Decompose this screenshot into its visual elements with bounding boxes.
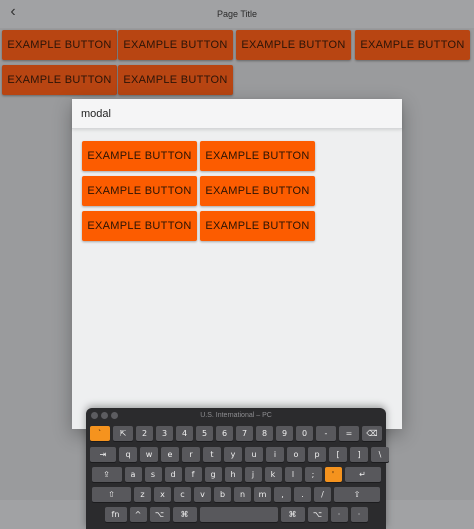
on-screen-keyboard: U.S. International – PC ` ⇱ 2 3 4 5 6 7 8 9 0- = ⌫ ⇥ q… <box>86 408 389 529</box>
keyboard-key[interactable]: . <box>294 487 311 502</box>
keyboard-key[interactable]: 8 <box>256 426 273 441</box>
keyboard-key[interactable]: k <box>264 467 282 482</box>
keyboard-key[interactable]: ' <box>324 467 342 482</box>
modal-example-button[interactable]: EXAMPLE BUTTON <box>82 141 197 171</box>
modal-example-button[interactable]: EXAMPLE BUTTON <box>200 141 315 171</box>
example-button[interactable]: EXAMPLE BUTTON <box>118 30 233 60</box>
keyboard-layout-title: U.S. International – PC <box>200 412 272 419</box>
example-button[interactable]: EXAMPLE BUTTON <box>2 30 117 60</box>
keyboard-key[interactable]: b <box>214 487 231 502</box>
keyboard-key[interactable]: , <box>274 487 291 502</box>
command-key[interactable]: ⌘ <box>280 507 305 522</box>
cursor-key[interactable]: ⇱ <box>113 426 133 441</box>
shift-key[interactable]: ⇧ <box>92 487 131 502</box>
example-button[interactable]: EXAMPLE BUTTON <box>118 65 233 95</box>
keyboard-key[interactable]: 7 <box>236 426 253 441</box>
keyboard-key[interactable]: e <box>161 447 179 462</box>
keyboard-key[interactable]: s <box>144 467 162 482</box>
keyboard-key[interactable]: i <box>266 447 284 462</box>
example-button[interactable]: EXAMPLE BUTTON <box>236 30 351 60</box>
page-title: Page Title <box>216 9 258 19</box>
modal-title: modal <box>72 99 402 129</box>
keyboard-key[interactable]: l <box>284 467 302 482</box>
keyboard-key[interactable]: m <box>254 487 271 502</box>
keyboard-key[interactable]: [ <box>329 447 347 462</box>
keyboard-key[interactable]: y <box>224 447 242 462</box>
keyboard-key[interactable]: 3 <box>156 426 173 441</box>
keyboard-key[interactable]: h <box>224 467 242 482</box>
shift-key[interactable]: ⇧ <box>334 487 380 502</box>
keyboard-key[interactable]: = <box>339 426 359 441</box>
keyboard-key[interactable]: · <box>350 507 368 522</box>
keyboard-key[interactable]: f <box>184 467 202 482</box>
keyboard-key[interactable]: z <box>134 487 151 502</box>
keyboard-key[interactable]: ] <box>350 447 368 462</box>
option-key[interactable]: ⌥ <box>307 507 328 522</box>
keyboard-key[interactable]: u <box>245 447 263 462</box>
backspace-key[interactable]: ⌫ <box>362 426 382 441</box>
fn-key[interactable]: fn <box>104 507 127 522</box>
keyboard-key[interactable]: d <box>164 467 182 482</box>
keyboard-key[interactable]: / <box>314 487 331 502</box>
option-key[interactable]: ⌥ <box>149 507 170 522</box>
keyboard-key[interactable]: x <box>154 487 171 502</box>
modal-example-button[interactable]: EXAMPLE BUTTON <box>82 211 197 241</box>
keyboard-key[interactable]: j <box>244 467 262 482</box>
modal-example-button[interactable]: EXAMPLE BUTTON <box>200 211 315 241</box>
modal-dialog: modal EXAMPLE BUTTON EXAMPLE BUTTON EXAM… <box>72 99 402 429</box>
keyboard-key[interactable]: 4 <box>176 426 193 441</box>
modal-example-button[interactable]: EXAMPLE BUTTON <box>82 176 197 206</box>
keyboard-key[interactable]: o <box>287 447 305 462</box>
keyboard-key[interactable]: w <box>140 447 158 462</box>
keyboard-key[interactable]: 2 <box>136 426 153 441</box>
keyboard-key[interactable]: v <box>194 487 211 502</box>
modal-example-button[interactable]: EXAMPLE BUTTON <box>200 176 315 206</box>
chevron-left-icon[interactable]: ‹ <box>6 2 20 22</box>
keyboard-key[interactable]: · <box>330 507 348 522</box>
keyboard-key[interactable]: t <box>203 447 221 462</box>
example-button[interactable]: EXAMPLE BUTTON <box>355 30 470 60</box>
keyboard-key[interactable]: 0 <box>296 426 313 441</box>
keyboard-key[interactable]: c <box>174 487 191 502</box>
keyboard-key[interactable]: q <box>119 447 137 462</box>
keyboard-key[interactable]: ` <box>90 426 110 441</box>
keyboard-key[interactable]: r <box>182 447 200 462</box>
keyboard-key[interactable]: a <box>124 467 142 482</box>
caps-lock-key[interactable]: ⇪ <box>91 467 122 482</box>
example-button[interactable]: EXAMPLE BUTTON <box>2 65 117 95</box>
control-key[interactable]: ^ <box>129 507 147 522</box>
keyboard-key[interactable]: g <box>204 467 222 482</box>
keyboard-key[interactable]: - <box>316 426 336 441</box>
tab-key[interactable]: ⇥ <box>90 447 116 462</box>
keyboard-key[interactable]: ; <box>304 467 322 482</box>
keyboard-key[interactable]: 5 <box>196 426 213 441</box>
space-key[interactable] <box>199 507 278 522</box>
keyboard-key[interactable]: 9 <box>276 426 293 441</box>
return-key[interactable]: ↵ <box>344 467 381 482</box>
keyboard-key[interactable]: 6 <box>216 426 233 441</box>
top-bar: ‹ Page Title <box>0 0 474 28</box>
keyboard-key[interactable]: p <box>308 447 326 462</box>
command-key[interactable]: ⌘ <box>172 507 197 522</box>
keyboard-key[interactable]: n <box>234 487 251 502</box>
keyboard-key[interactable]: \ <box>371 447 389 462</box>
